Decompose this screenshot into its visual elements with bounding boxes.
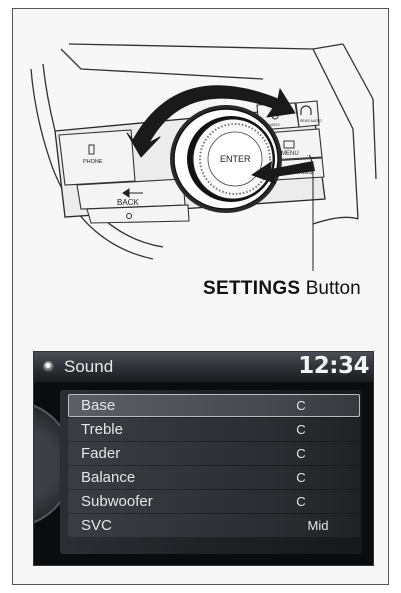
menu-item-label: Treble [81,421,123,438]
menu-item-value: C [296,470,306,485]
screen-titlebar: Sound 12:34 [34,352,373,382]
callout-rest: Button [305,278,361,299]
interface-dial[interactable]: ENTER [170,105,282,213]
menu-item-label: Fader [81,445,121,462]
menu-label: MENU [281,151,299,157]
menu-item-label: SVC [81,517,112,534]
clock: 12:34 [298,353,369,379]
enter-label: ENTER [220,154,251,164]
menu-item-value: C [296,494,306,509]
sound-icon [43,361,54,372]
phone-label: PHONE [83,159,103,165]
menu-item-subwoofer[interactable]: Subwoofer C [68,490,360,513]
back-label: BACK [117,198,139,207]
menu-item-treble[interactable]: Treble C [68,418,360,441]
menu-item-value: C [296,422,306,437]
menu-item-label: Base [81,397,116,414]
sound-settings-screen: Sound 12:34 Base C Treble C Fader C Bala… [33,351,374,566]
menu-item-label: Balance [81,469,136,486]
menu-item-value: C [296,398,306,413]
console-illustration: PHONE BACK MENU SETTINGS AUDIO REAR AUDI… [30,43,377,271]
rear-audio-button[interactable] [295,100,320,128]
menu-item-balance[interactable]: Balance C [68,466,360,489]
menu-item-value: C [296,446,306,461]
menu-item-label: Subwoofer [81,493,153,510]
menu-item-fader[interactable]: Fader C [68,442,360,465]
menu-item-svc[interactable]: SVC Mid [68,514,360,537]
settings-button-callout: SETTINGS Button [203,278,361,300]
manual-figure-frame: PHONE BACK MENU SETTINGS AUDIO REAR AUDI… [12,8,389,585]
phone-button[interactable] [58,129,136,186]
menu-item-base[interactable]: Base C [68,394,360,417]
rear-audio-label: REAR AUDIO [300,119,322,123]
menu-item-value: Mid [307,518,329,533]
screen-title: Sound [64,357,114,376]
callout-strong: SETTINGS [203,278,301,299]
settings-list: Base C Treble C Fader C Balance C Subwoo… [68,394,360,538]
